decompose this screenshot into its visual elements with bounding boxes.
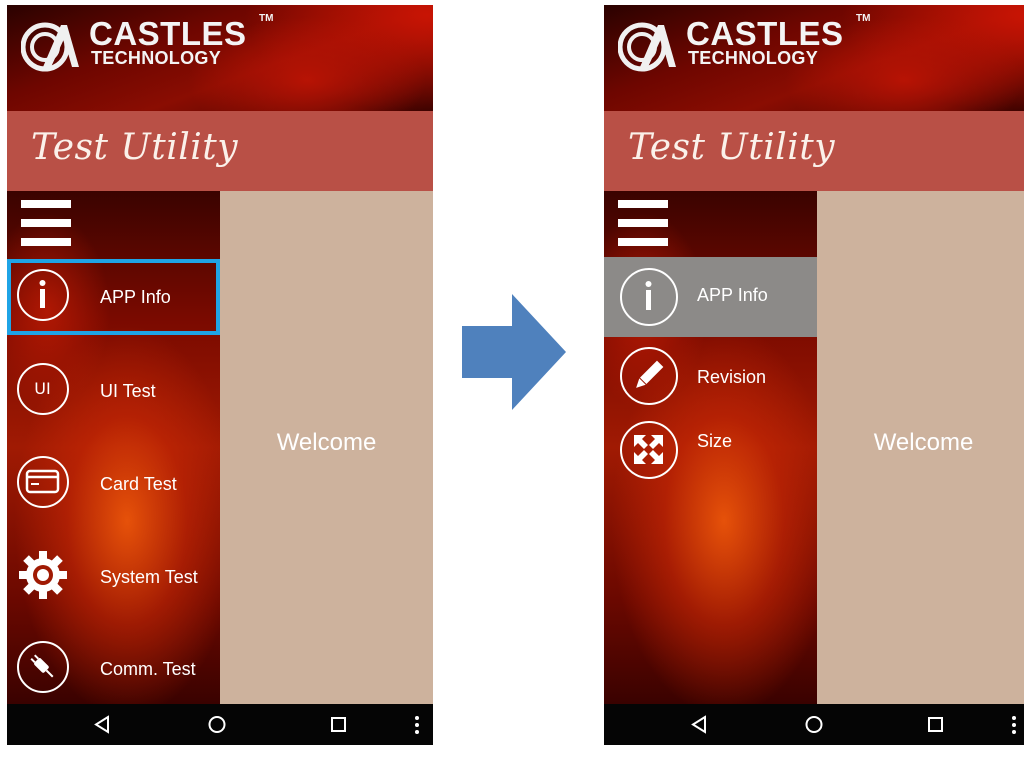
expand-icon xyxy=(620,421,678,479)
home-icon[interactable] xyxy=(207,704,227,745)
nav-item-label: UI Test xyxy=(100,381,156,401)
nav-item-label: System Test xyxy=(100,567,198,587)
back-icon[interactable] xyxy=(93,704,113,745)
welcome-text: Welcome xyxy=(873,429,974,456)
nav-item-system-test[interactable]: System Test xyxy=(7,539,220,615)
app-title: Test Utility xyxy=(628,127,836,168)
content-area: Welcome xyxy=(220,191,433,704)
more-options-icon[interactable] xyxy=(415,716,419,737)
more-options-icon[interactable] xyxy=(1012,716,1016,737)
ui-icon-text: UI xyxy=(34,379,51,398)
system-navigation-bar xyxy=(604,704,1024,745)
back-icon[interactable] xyxy=(690,704,710,745)
trademark-mark: TM xyxy=(259,13,274,24)
title-bar: Test Utility xyxy=(7,111,433,191)
recents-icon[interactable] xyxy=(926,704,946,745)
hamburger-menu-icon[interactable] xyxy=(21,200,71,247)
welcome-text: Welcome xyxy=(276,429,377,456)
brand-subtitle: TECHNOLOGY xyxy=(91,48,222,68)
nav-item-label: Comm. Test xyxy=(100,659,196,679)
brand-name: CASTLES xyxy=(89,15,247,52)
hamburger-menu-icon[interactable] xyxy=(618,200,668,247)
nav-item-ui-test[interactable]: UI UI Test xyxy=(7,353,220,429)
info-icon xyxy=(620,268,678,326)
card-icon xyxy=(17,456,69,508)
castles-logo-icon xyxy=(21,22,79,72)
app-header: CASTLES TM TECHNOLOGY xyxy=(7,5,433,111)
selection-highlight xyxy=(7,259,220,335)
recents-icon[interactable] xyxy=(329,704,349,745)
system-navigation-bar xyxy=(7,704,433,745)
castles-logo: CASTLES TM TECHNOLOGY xyxy=(21,13,273,73)
navigation-drawer: APP Info Revision Size xyxy=(604,191,817,704)
app-title: Test Utility xyxy=(31,127,239,168)
nav-item-card-test[interactable]: Card Test xyxy=(7,446,220,522)
nav-item-app-info[interactable]: APP Info xyxy=(604,257,817,337)
nav-item-label: Card Test xyxy=(100,474,177,494)
transition-arrow-icon xyxy=(462,294,566,410)
nav-item-comm-test[interactable]: Comm. Test xyxy=(7,631,220,704)
castles-logo: CASTLES TM TECHNOLOGY xyxy=(618,13,870,73)
nav-item-size[interactable]: Size xyxy=(604,417,817,489)
phone-screen-before: CASTLES TM TECHNOLOGY Test Utility APP I… xyxy=(7,5,433,745)
gear-icon xyxy=(17,549,69,601)
home-icon[interactable] xyxy=(804,704,824,745)
app-header: CASTLES TM TECHNOLOGY xyxy=(604,5,1024,111)
plug-icon xyxy=(17,641,69,693)
navigation-drawer: APP Info UI UI Test Card Test System Tes… xyxy=(7,191,220,704)
content-area: Welcome xyxy=(817,191,1024,704)
trademark-mark: TM xyxy=(856,13,871,24)
title-bar: Test Utility xyxy=(604,111,1024,191)
nav-item-label: Size xyxy=(697,431,733,451)
brand-name: CASTLES xyxy=(686,15,844,52)
nav-item-label: APP Info xyxy=(697,285,768,305)
brand-subtitle: TECHNOLOGY xyxy=(688,48,819,68)
ui-icon: UI xyxy=(17,363,69,415)
nav-item-label: Revision xyxy=(697,367,767,387)
nav-item-revision[interactable]: Revision xyxy=(604,341,817,413)
castles-logo-icon xyxy=(618,22,676,72)
phone-screen-after: CASTLES TM TECHNOLOGY Test Utility APP I… xyxy=(604,5,1024,745)
pencil-icon xyxy=(620,347,678,405)
